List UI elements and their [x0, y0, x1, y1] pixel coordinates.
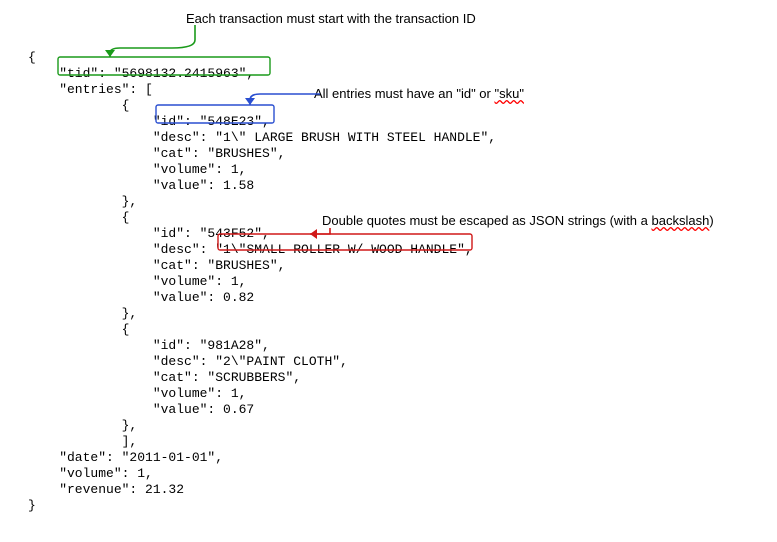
- code-e2-value: "value": 0.67: [28, 402, 254, 417]
- code-e1-desc-prefix: "desc":: [28, 242, 215, 257]
- quote-annotation-suffix: ): [709, 213, 713, 228]
- code-entries-open: "entries": [: [28, 82, 153, 97]
- code-e0-desc: "desc": "1\" LARGE BRUSH WITH STEEL HAND…: [28, 130, 496, 145]
- id-annotation-sku: "sku": [494, 86, 523, 101]
- code-tid-line: "tid": "5698132.2415963",: [28, 66, 254, 81]
- code-e1-desc-value: "1\"SMALL ROLLER W/ WOOD HANDLE": [215, 242, 465, 257]
- code-e1-cat: "cat": "BRUSHES",: [28, 258, 285, 273]
- code-e0-obj-open: {: [28, 98, 129, 113]
- code-e1-id: "id": "543F52",: [28, 226, 270, 241]
- code-revenue-line: "revenue": 21.32: [28, 482, 184, 497]
- code-e0-volume: "volume": 1,: [28, 162, 246, 177]
- code-e0-obj-close: },: [28, 194, 137, 209]
- code-e0-cat: "cat": "BRUSHES",: [28, 146, 285, 161]
- code-e1-volume: "volume": 1,: [28, 274, 246, 289]
- code-open-brace: {: [28, 50, 36, 65]
- code-e1-obj-close: },: [28, 306, 137, 321]
- code-close-brace: }: [28, 498, 36, 513]
- code-e2-cat: "cat": "SCRUBBERS",: [28, 370, 301, 385]
- code-e2-id: "id": "981A28",: [28, 338, 270, 353]
- code-e2-desc: "desc": "2\"PAINT CLOTH",: [28, 354, 348, 369]
- json-code-block: { "tid": "5698132.2415963", "entries": […: [28, 34, 496, 514]
- tid-annotation-text: Each transaction must start with the tra…: [186, 11, 476, 26]
- code-e1-value: "value": 0.82: [28, 290, 254, 305]
- quote-annotation-backslash: backslash: [652, 213, 710, 228]
- code-e1-desc-suffix: ,: [465, 242, 473, 257]
- code-e0-id: "id": "548E23",: [28, 114, 270, 129]
- code-volume-line: "volume": 1,: [28, 466, 153, 481]
- code-e2-obj-close: },: [28, 418, 137, 433]
- code-date-line: "date": "2011-01-01",: [28, 450, 223, 465]
- tid-annotation: Each transaction must start with the tra…: [186, 11, 476, 26]
- code-e2-obj-open: {: [28, 322, 129, 337]
- code-e2-volume: "volume": 1,: [28, 386, 246, 401]
- code-e1-obj-open: {: [28, 210, 129, 225]
- code-entries-close: ],: [28, 434, 137, 449]
- code-e0-value: "value": 1.58: [28, 178, 254, 193]
